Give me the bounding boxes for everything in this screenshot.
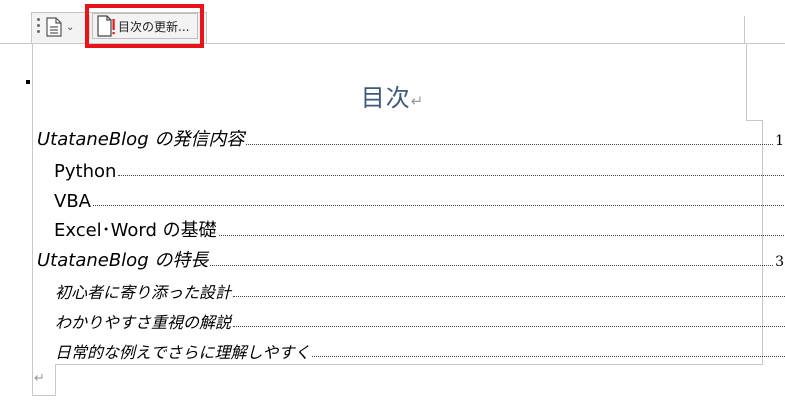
toc-page-number: 1 [775, 133, 784, 149]
dot-leader [312, 355, 785, 357]
toc-frame-step [746, 120, 762, 121]
dot-leader [246, 143, 774, 145]
toc-page-number: 3 [775, 254, 784, 270]
toc-entry[interactable]: 日常的な例えでさらに理解しやすく 3 ↵ [0, 337, 785, 363]
toc-frame-foot [32, 395, 56, 396]
toc-entry-text: UtataneBlog の発信内容 [37, 129, 245, 150]
toc-entry-text: わかりやすさ重視の解説 [55, 313, 232, 332]
dot-leader [233, 325, 785, 327]
toc-entry-text: 初心者に寄り添った設計 [55, 283, 232, 302]
document-icon [46, 17, 62, 37]
toc-entry[interactable]: Excel･Word の基礎 2 ↵ [0, 216, 785, 242]
dot-leader [92, 204, 785, 206]
dot-leader [118, 174, 785, 176]
toc-entry[interactable]: UtataneBlog の特長 3 ↵ [0, 246, 785, 272]
toc-entry-text: 日常的な例えでさらに理解しやすく [55, 343, 311, 362]
toc-title[interactable]: 目次↵ [0, 78, 785, 113]
toc-frame-bottom [55, 364, 763, 365]
toc-entry[interactable]: Python 1 ↵ [0, 156, 785, 182]
toc-entry-text: Excel･Word の基礎 [54, 220, 217, 241]
toc-entry[interactable]: 初心者に寄り添った設計 3 ↵ [0, 277, 785, 303]
chevron-down-icon: ⌄ [66, 21, 75, 33]
dot-leader [210, 264, 774, 266]
toc-entry[interactable]: UtataneBlog の発信内容 1 ↵ [0, 125, 785, 151]
toc-entry-text: VBA [54, 191, 91, 212]
paragraph-mark: ↵ [410, 92, 425, 110]
toc-entry-text: UtataneBlog の特長 [37, 250, 209, 271]
paragraph-mark: ↵ [34, 371, 45, 386]
toc-options-button[interactable]: ⌄ [46, 14, 88, 40]
toc-title-text: 目次 [360, 84, 411, 112]
highlight-box [85, 4, 204, 48]
toc-frame-bottom-step [55, 364, 56, 396]
margin-marker [744, 16, 745, 44]
dot-leader [218, 234, 785, 236]
toc-entry[interactable]: わかりやすさ重視の解説 3 ↵ [0, 307, 785, 333]
dot-leader [233, 295, 785, 297]
grip-dots-icon[interactable] [37, 18, 41, 36]
toc-entry-text: Python [54, 161, 117, 182]
toc-entry[interactable]: VBA 2 ↵ [0, 186, 785, 212]
